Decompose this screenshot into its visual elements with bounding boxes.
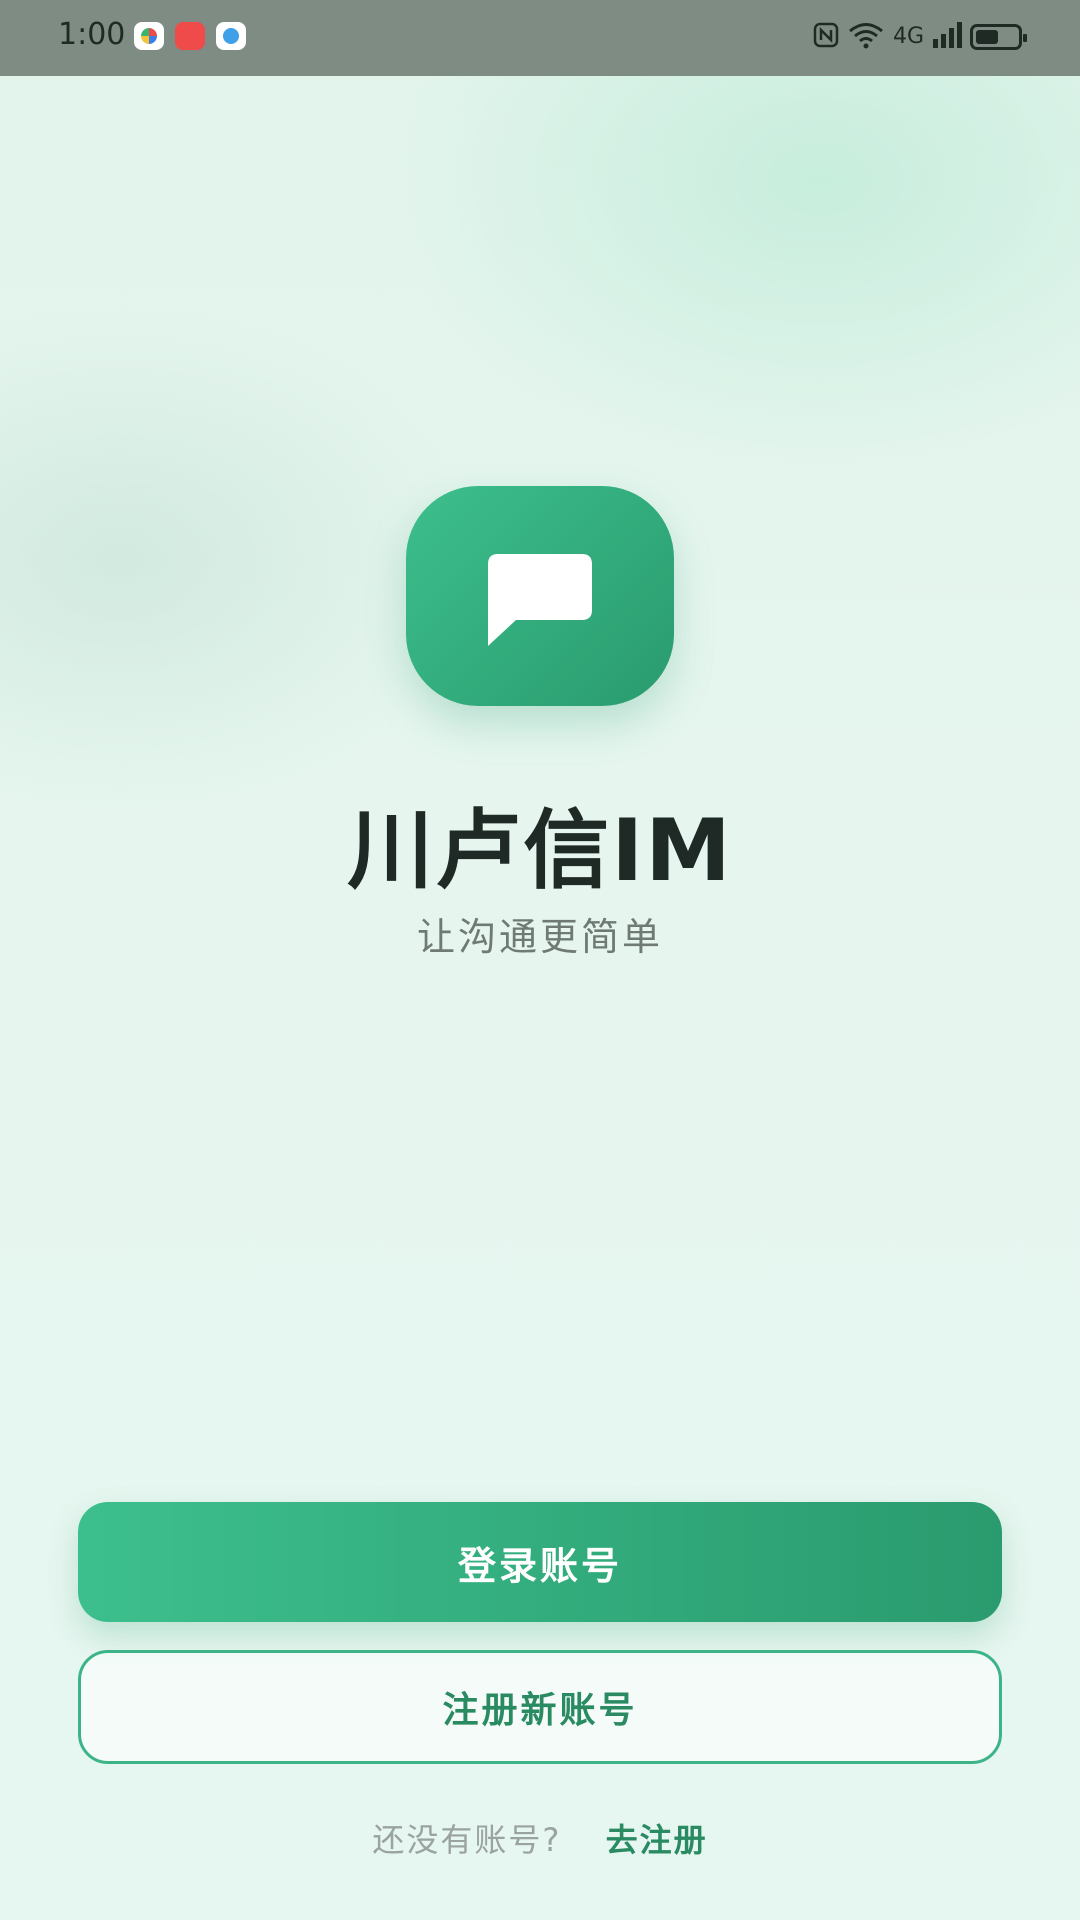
status-bar: 1:00 4G [0, 0, 1080, 76]
cellular-signal-icon [932, 21, 962, 53]
login-screen: 1:00 4G 川卢信IM 让沟通更简单 登录账号 注册新账号 还没有账号? 去… [0, 0, 1080, 1920]
notification-app-icon [216, 22, 246, 50]
nfc-icon [813, 22, 839, 52]
register-button[interactable]: 注册新账号 [78, 1650, 1002, 1764]
login-button[interactable]: 登录账号 [78, 1502, 1002, 1622]
footer: 还没有账号? 去注册 [0, 1815, 1080, 1861]
network-type-label: 4G [892, 24, 924, 49]
status-indicators: 4G [813, 20, 1027, 54]
battery-icon [970, 24, 1027, 50]
notification-app-icon [175, 22, 205, 50]
notification-app-icon [134, 22, 164, 50]
no-account-prompt: 还没有账号? [372, 1821, 562, 1859]
wifi-icon [847, 21, 885, 53]
go-register-link[interactable]: 去注册 [606, 1821, 708, 1859]
app-title: 川卢信IM [347, 801, 733, 901]
app-logo [406, 486, 674, 706]
battery-level [976, 30, 998, 44]
app-slogan: 让沟通更简单 [416, 915, 663, 959]
battery-tip [1023, 34, 1027, 42]
chat-bubble-icon [488, 554, 592, 646]
status-time: 1:00 [58, 17, 126, 52]
